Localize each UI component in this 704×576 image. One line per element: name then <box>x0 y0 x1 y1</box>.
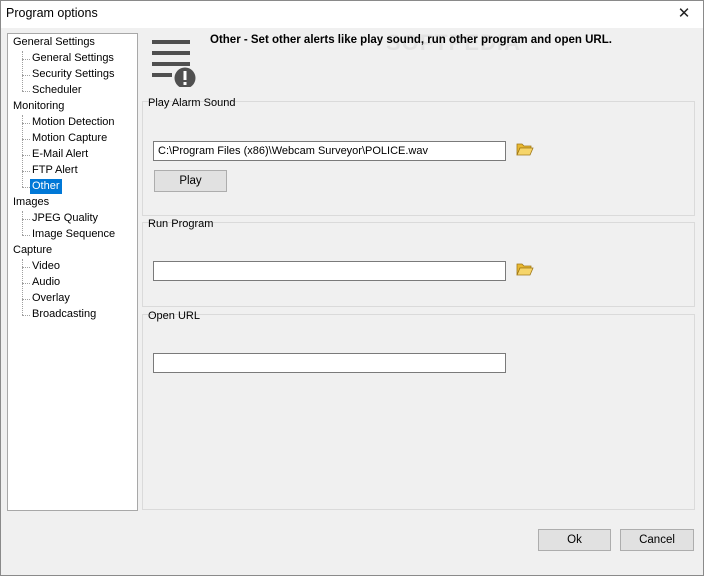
tree-item-motion-capture[interactable]: Motion Capture <box>30 131 109 146</box>
watermark: SOFTPEDIA <box>386 30 521 55</box>
window-title: Program options <box>6 6 98 20</box>
tree-item-general-settings[interactable]: General Settings <box>30 51 116 66</box>
tree-item-motion-detection[interactable]: Motion Detection <box>30 115 117 130</box>
tree-connector <box>22 219 30 220</box>
tree-connector <box>22 299 30 300</box>
tree-connector <box>22 75 30 76</box>
close-icon[interactable]: ✕ <box>664 0 704 28</box>
tree-connector <box>22 235 30 236</box>
tree-connector <box>22 211 23 235</box>
open-url-field[interactable] <box>153 353 506 373</box>
tree-connector <box>22 123 30 124</box>
tree-connector <box>22 115 23 187</box>
tree-item-other[interactable]: Other <box>30 179 62 194</box>
title-bar: Program options ✕ <box>0 0 704 28</box>
play-alarm-sound-label: Play Alarm Sound <box>148 97 236 109</box>
tree-group-images[interactable]: Images <box>11 195 51 210</box>
tree-item-overlay[interactable]: Overlay <box>30 291 72 306</box>
tree-item-video[interactable]: Video <box>30 259 62 274</box>
tree-connector <box>22 91 30 92</box>
run-program-path-field[interactable] <box>153 261 506 281</box>
tree-connector <box>22 187 30 188</box>
alarm-sound-path-field[interactable]: C:\Program Files (x86)\Webcam Surveyor\P… <box>153 141 506 161</box>
tree-connector <box>22 267 30 268</box>
ok-button[interactable]: Ok <box>538 529 611 551</box>
settings-tree[interactable]: General Settings General Settings Securi… <box>7 33 138 511</box>
tree-connector <box>22 155 30 156</box>
tree-connector <box>22 59 30 60</box>
tree-item-jpeg-quality[interactable]: JPEG Quality <box>30 211 100 226</box>
tree-connector <box>22 139 30 140</box>
tree-connector <box>22 283 30 284</box>
tree-item-ftp-alert[interactable]: FTP Alert <box>30 163 80 178</box>
play-button[interactable]: Play <box>154 170 227 192</box>
open-url-group <box>142 314 695 510</box>
tree-connector <box>22 51 23 91</box>
tree-group-capture[interactable]: Capture <box>11 243 54 258</box>
tree-connector <box>22 171 30 172</box>
alert-list-icon <box>152 40 196 87</box>
folder-open-icon[interactable] <box>516 261 534 277</box>
tree-item-image-sequence[interactable]: Image Sequence <box>30 227 117 242</box>
folder-open-icon[interactable] <box>516 141 534 157</box>
open-url-label: Open URL <box>148 310 200 322</box>
run-program-label: Run Program <box>148 218 214 230</box>
tree-connector <box>22 315 30 316</box>
tree-item-audio[interactable]: Audio <box>30 275 62 290</box>
tree-item-email-alert[interactable]: E-Mail Alert <box>30 147 90 162</box>
tree-item-broadcasting[interactable]: Broadcasting <box>30 307 98 322</box>
cancel-button[interactable]: Cancel <box>620 529 694 551</box>
tree-group-general-settings[interactable]: General Settings <box>11 35 97 50</box>
tree-group-monitoring[interactable]: Monitoring <box>11 99 66 114</box>
tree-item-scheduler[interactable]: Scheduler <box>30 83 84 98</box>
options-panel: Other - Set other alerts like play sound… <box>140 30 696 511</box>
tree-item-security-settings[interactable]: Security Settings <box>30 67 117 82</box>
